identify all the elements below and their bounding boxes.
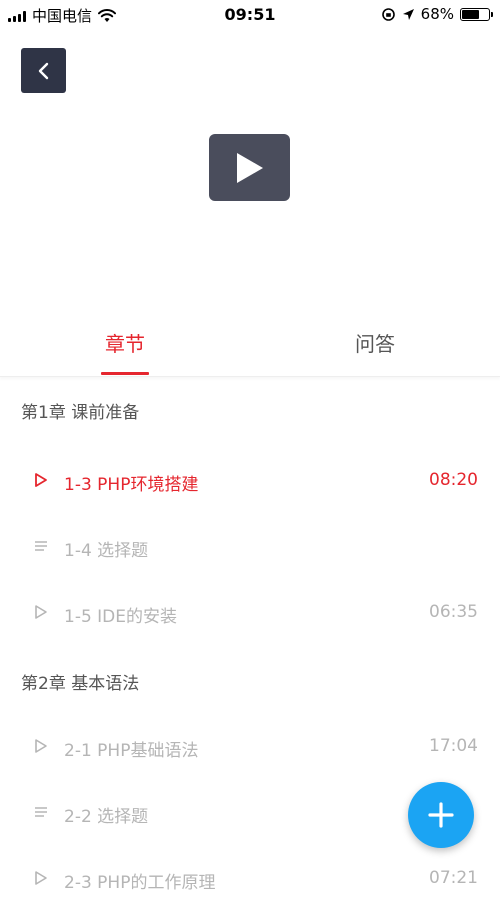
- lesson-duration: 17:04: [429, 736, 478, 756]
- active-tab-indicator: [101, 372, 149, 375]
- chapter-title: 第1章 课前准备: [21, 403, 140, 423]
- lesson-item[interactable]: 1-5 IDE的安装 06:35: [0, 593, 500, 633]
- lesson-duration: 06:35: [429, 602, 478, 622]
- battery-icon: [460, 7, 493, 21]
- battery-percent: 68%: [420, 5, 454, 23]
- tab-bar: 章节 问答: [0, 312, 500, 377]
- play-icon: [236, 152, 263, 183]
- lesson-item[interactable]: 2-1 PHP基础语法 17:04: [0, 727, 500, 767]
- lesson-title: 1-4 选择题: [64, 541, 149, 561]
- back-button[interactable]: [21, 48, 66, 93]
- play-outline-icon: [35, 739, 47, 753]
- tab-qa[interactable]: 问答: [325, 328, 425, 357]
- chevron-left-icon: [38, 62, 48, 79]
- lesson-title: 1-5 IDE的安装: [64, 607, 178, 627]
- play-outline-icon: [35, 871, 47, 885]
- document-lines-icon: [35, 807, 47, 817]
- add-fab-button[interactable]: [408, 782, 474, 848]
- lesson-duration: 07:21: [429, 868, 478, 888]
- status-bar: 中国电信 09:51 68%: [0, 0, 500, 30]
- lesson-title: 2-2 选择题: [64, 807, 149, 827]
- lesson-duration: 08:20: [429, 470, 478, 490]
- chapter-title: 第2章 基本语法: [21, 674, 140, 694]
- lesson-title: 2-3 PHP的工作原理: [64, 873, 216, 893]
- document-lines-icon: [35, 541, 47, 551]
- plus-icon: [428, 802, 454, 828]
- orientation-lock-icon: [381, 7, 395, 21]
- status-right: 68%: [381, 5, 493, 23]
- lesson-item[interactable]: 1-3 PHP环境搭建 08:20: [0, 461, 500, 501]
- tab-chapters[interactable]: 章节: [75, 328, 175, 357]
- play-button[interactable]: [209, 134, 290, 201]
- play-outline-icon: [35, 605, 47, 619]
- location-icon: [402, 8, 414, 20]
- lesson-title: 1-3 PHP环境搭建: [64, 475, 199, 495]
- lesson-item[interactable]: 1-4 选择题: [0, 527, 500, 567]
- play-outline-icon: [35, 473, 47, 487]
- lesson-title: 2-1 PHP基础语法: [64, 741, 199, 761]
- lesson-item[interactable]: 2-3 PHP的工作原理 07:21: [0, 859, 500, 899]
